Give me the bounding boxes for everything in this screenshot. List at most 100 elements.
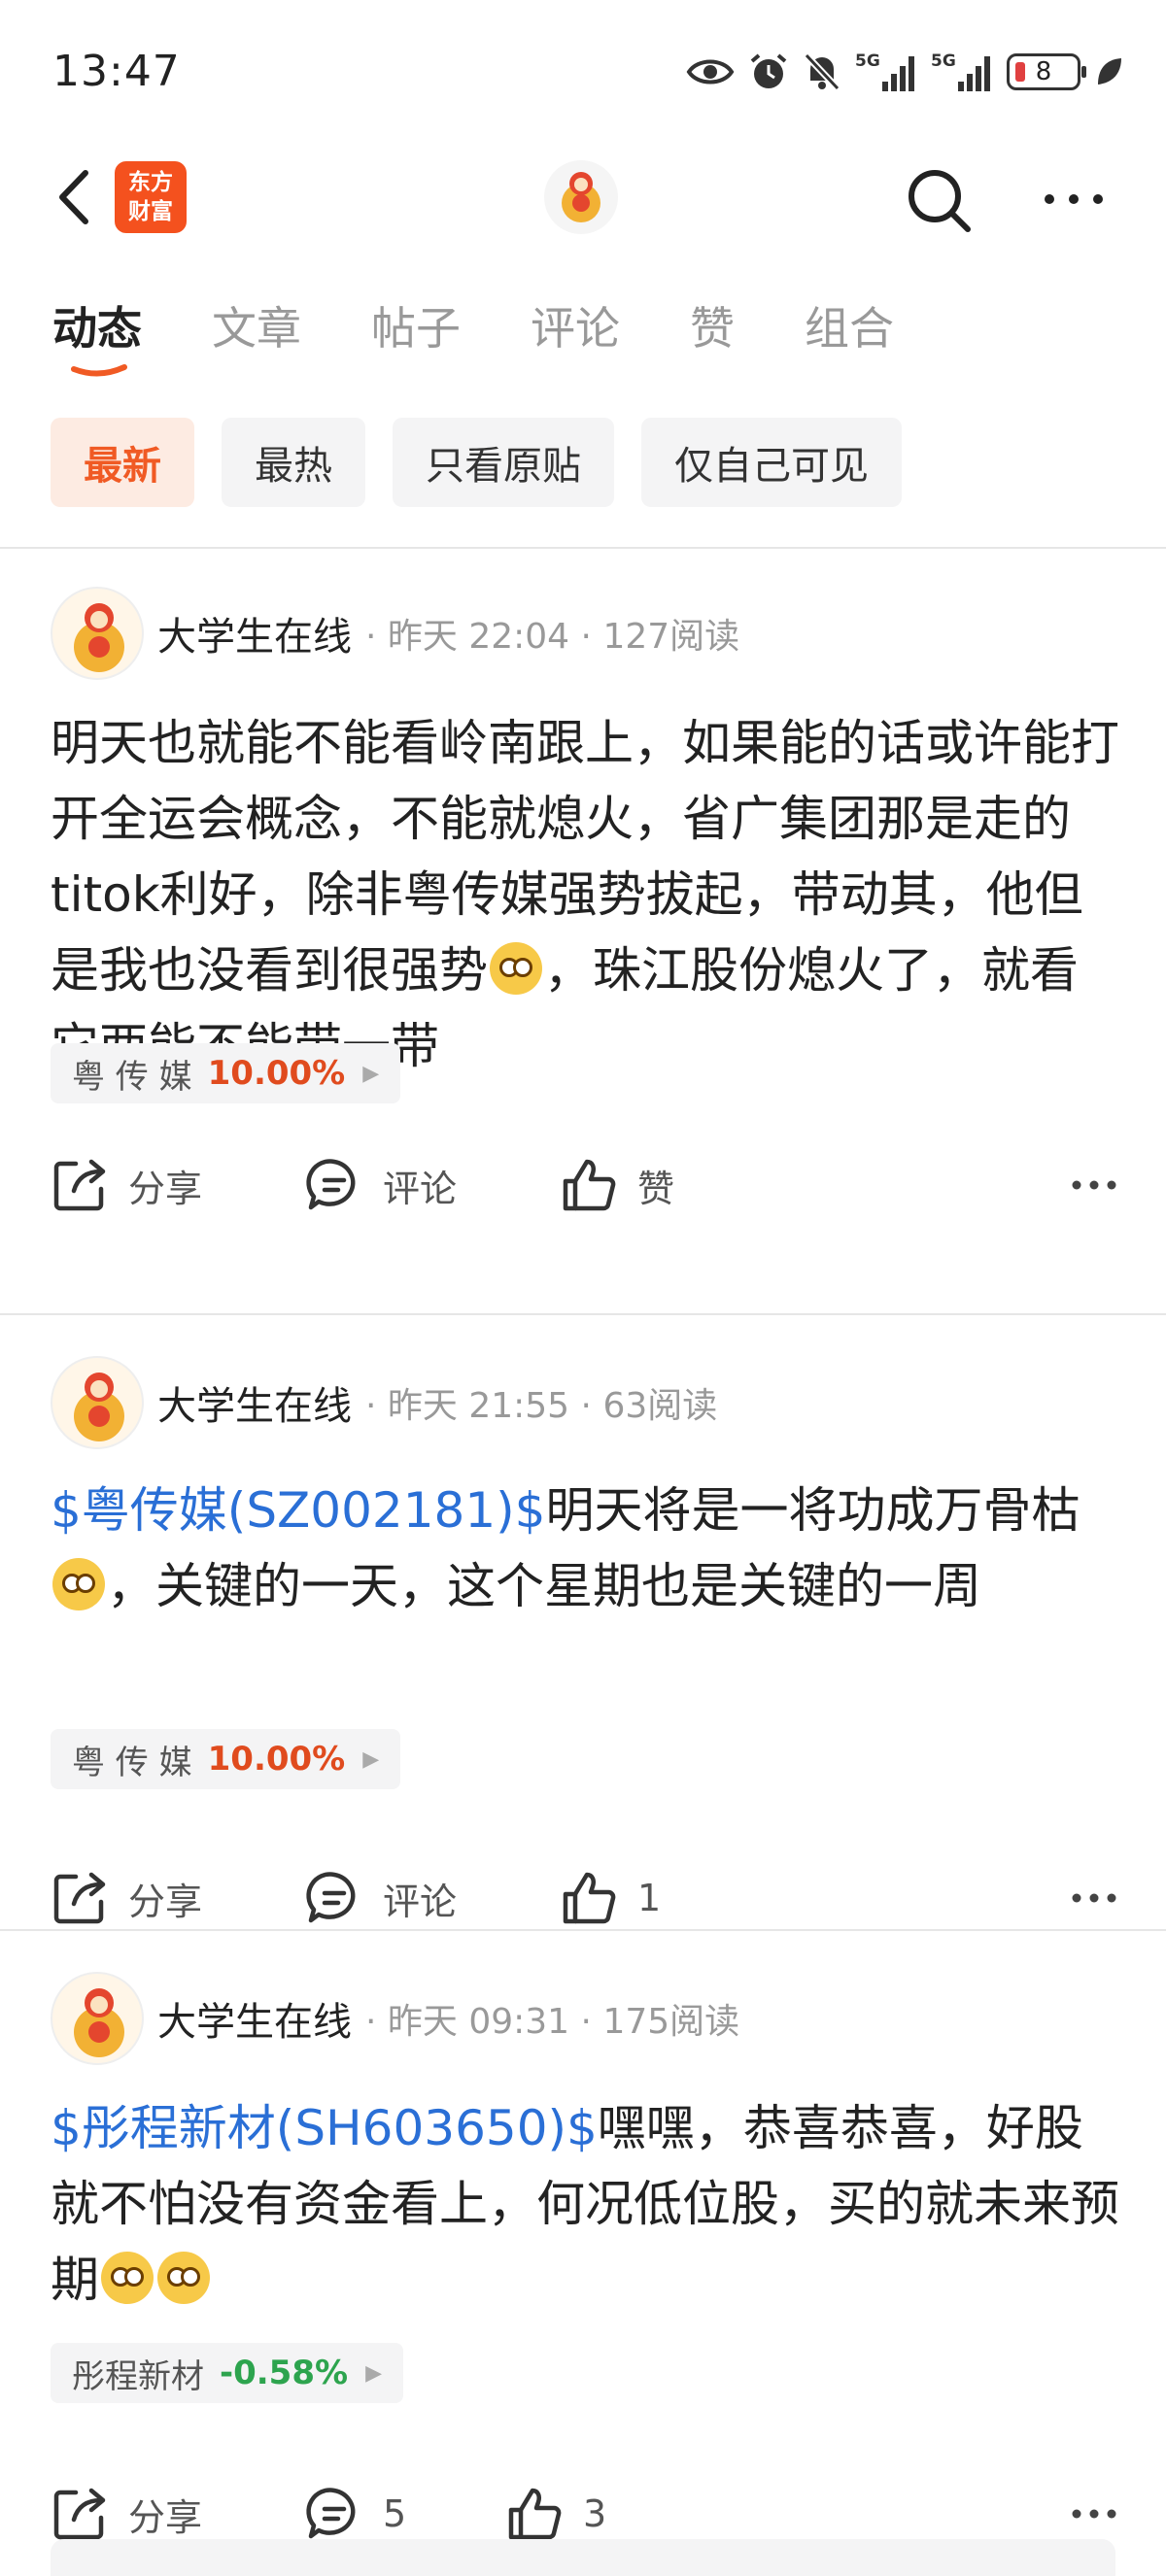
stock-tag-name: 彤程新材 (72, 2356, 204, 2396)
author-avatar[interactable] (51, 1356, 144, 1449)
filter-original-only[interactable]: 只看原贴 (393, 418, 614, 507)
next-post-preview[interactable] (51, 2539, 1115, 2576)
filter-latest[interactable]: 最新 (51, 418, 194, 507)
battery-level: 8 (1035, 57, 1052, 86)
logo-line-1: 东方 (128, 170, 173, 195)
comment-label: 评论 (383, 1880, 458, 1923)
flushed-emoji-icon (101, 2252, 154, 2304)
comment-icon (306, 1159, 356, 1210)
like-button[interactable]: 1 (560, 1859, 661, 1937)
thumbs-up-icon (563, 1872, 616, 1924)
post-meta: · 昨天 21:55 · 63阅读 (365, 1386, 718, 1426)
author-name[interactable]: 大学生在线 (157, 605, 352, 661)
share-icon (53, 2488, 106, 2540)
laughing-emoji-icon (490, 942, 542, 995)
stock-link[interactable]: $彤程新材(SH603650)$ (51, 2100, 598, 2156)
share-icon (53, 1159, 106, 1211)
more-icon[interactable] (1069, 2496, 1119, 2531)
author-name[interactable]: 大学生在线 (157, 1990, 352, 2047)
flushed-emoji-icon (157, 2252, 210, 2304)
back-icon[interactable] (47, 163, 105, 231)
tab-portfolio[interactable]: 组合 (805, 293, 894, 357)
author-avatar[interactable] (51, 587, 144, 680)
post-header: 大学生在线 · 昨天 09:31 · 175阅读 (51, 1970, 739, 2067)
comment-count: 5 (383, 2492, 407, 2535)
stock-tag-change: -0.58% (220, 2354, 349, 2392)
more-icon[interactable] (1069, 1168, 1119, 1203)
post-header: 大学生在线 · 昨天 21:55 · 63阅读 (51, 1354, 717, 1451)
stock-tag[interactable]: 彤程新材 -0.58% ▶ (51, 2343, 403, 2403)
thumbs-up-icon (508, 2488, 562, 2540)
comment-button[interactable]: 评论 (305, 1146, 457, 1224)
post-time: 昨天 21:55 (387, 1386, 570, 1426)
like-count: 3 (583, 2492, 607, 2535)
divider (0, 1313, 1166, 1315)
post-text[interactable]: $粤传媒(SZ002181)$明天将是一将功成万骨枯 ，关键的一天，这个星期也是关… (51, 1473, 1119, 1624)
status-time: 13:47 (52, 47, 181, 96)
post-reads: 63阅读 (602, 1386, 718, 1426)
post-reads: 175阅读 (602, 2002, 740, 2042)
post-text-part: 明天将是一将功成万骨枯 (545, 1482, 1080, 1539)
like-button[interactable]: 赞 (560, 1146, 674, 1224)
stock-tag-change: 10.00% (207, 1740, 346, 1779)
signal-5g-icon: 5G (855, 51, 914, 91)
comment-button[interactable]: 评论 (305, 1859, 457, 1937)
tab-label: 帖子 (371, 302, 461, 355)
battery-icon: 8 (1007, 53, 1086, 90)
post-time: 昨天 09:31 (387, 2002, 570, 2042)
share-label: 分享 (128, 1167, 203, 1210)
author-name[interactable]: 大学生在线 (157, 1374, 352, 1431)
stock-tag[interactable]: 粤 传 媒 10.00% ▶ (51, 1729, 401, 1789)
status-icons: 5G 5G 8 (686, 51, 1123, 93)
post-text-part: ，关键的一天，这个星期也是关键的一周 (107, 1558, 981, 1614)
tab-dynamics[interactable]: 动态 (52, 293, 142, 377)
tab-label: 动态 (52, 302, 142, 355)
status-bar: 13:47 5G 5G 8 (0, 0, 1166, 146)
author-avatar[interactable] (51, 1972, 144, 2065)
nav-bar: 东方 财富 (0, 146, 1166, 253)
search-icon[interactable] (902, 163, 976, 237)
divider (0, 1929, 1166, 1931)
post-time: 昨天 22:04 (387, 617, 570, 657)
share-label: 分享 (128, 2495, 203, 2539)
post-meta: · 昨天 09:31 · 175阅读 (365, 2002, 740, 2042)
post-meta: · 昨天 22:04 · 127阅读 (365, 617, 740, 657)
chevron-right-icon: ▶ (362, 1746, 380, 1772)
app-logo: 东方 财富 (115, 161, 187, 233)
comment-icon (306, 1872, 356, 1923)
mute-icon (804, 52, 840, 91)
tab-articles[interactable]: 文章 (212, 293, 301, 357)
share-icon (53, 1872, 106, 1924)
stock-link[interactable]: $粤传媒(SZ002181)$ (51, 1482, 546, 1539)
profile-tabs: 动态 文章 帖子 评论 赞 组合 (52, 293, 964, 377)
filter-chips: 最新 最热 只看原贴 仅自己可见 (51, 418, 902, 507)
stock-tag[interactable]: 粤 传 媒 10.00% ▶ (51, 1043, 401, 1103)
share-button[interactable]: 分享 (51, 1146, 202, 1224)
tab-comments[interactable]: 评论 (531, 293, 620, 357)
post-text[interactable]: 明天也就能不能看岭南跟上，如果能的话或许能打开全运会概念，不能就熄火，省广集团那… (51, 705, 1119, 1084)
post-text[interactable]: $彤程新材(SH603650)$嘿嘿，恭喜恭喜，好股就不怕没有资金看上，何况低位… (51, 2090, 1119, 2318)
logo-line-2: 财富 (128, 199, 173, 224)
more-icon[interactable] (1069, 1881, 1119, 1915)
svg-text:5G: 5G (855, 51, 880, 71)
tab-label: 赞 (690, 302, 735, 355)
post-actions: 分享 评论 赞 (51, 1146, 1119, 1224)
tab-label: 评论 (531, 302, 620, 355)
user-avatar[interactable] (544, 160, 618, 234)
tab-posts[interactable]: 帖子 (371, 293, 461, 357)
divider (0, 547, 1166, 549)
like-count: 1 (637, 1877, 662, 1919)
stock-tag-name: 粤 传 媒 (72, 1057, 192, 1097)
share-label: 分享 (128, 1880, 203, 1923)
post-header: 大学生在线 · 昨天 22:04 · 127阅读 (51, 585, 739, 682)
thumbs-up-icon (563, 1159, 616, 1211)
tab-likes[interactable]: 赞 (690, 293, 735, 357)
filter-private-only[interactable]: 仅自己可见 (641, 418, 902, 507)
share-button[interactable]: 分享 (51, 1859, 202, 1937)
chevron-right-icon: ▶ (365, 2360, 382, 2386)
post-actions: 分享 评论 1 (51, 1859, 1119, 1937)
more-icon[interactable] (1040, 185, 1108, 214)
filter-hottest[interactable]: 最热 (222, 418, 365, 507)
alarm-icon (750, 53, 787, 88)
stock-tag-change: 10.00% (207, 1054, 346, 1093)
